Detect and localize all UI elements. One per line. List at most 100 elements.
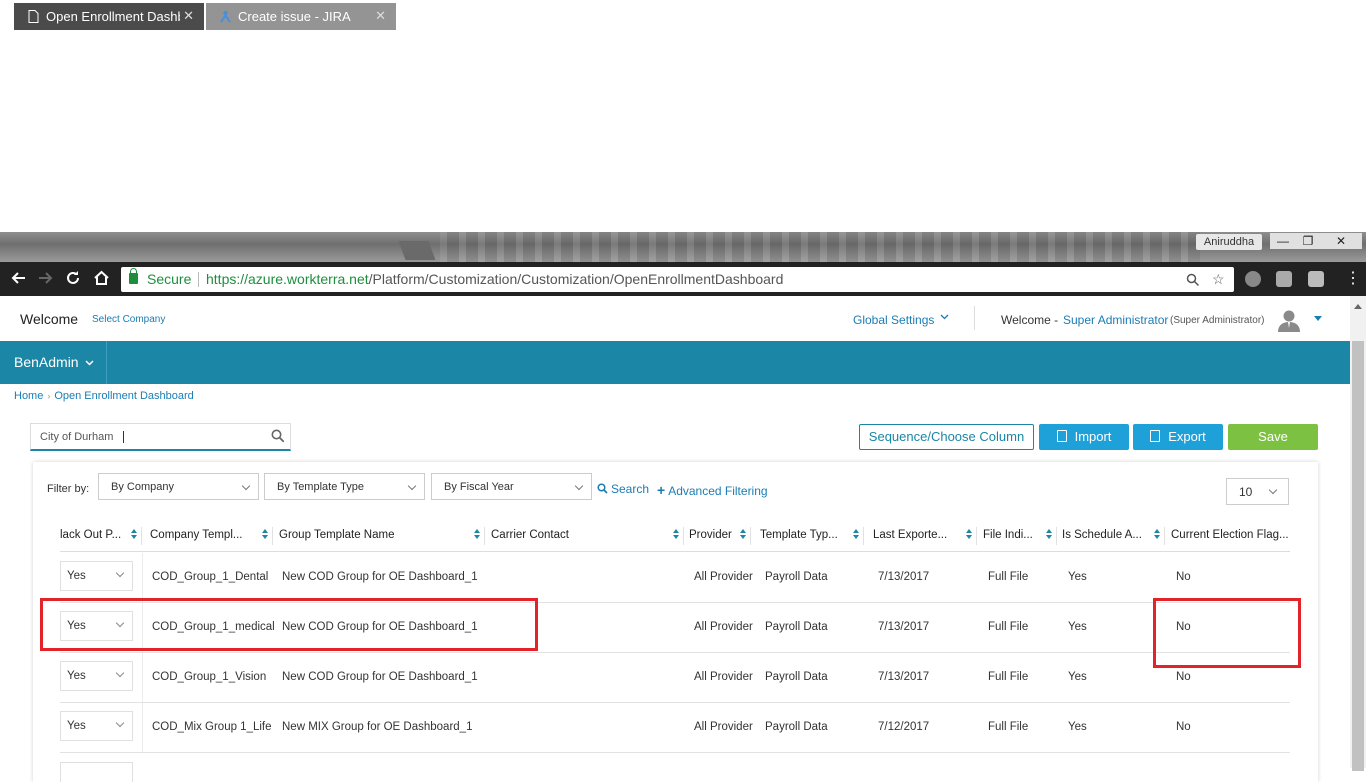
export-button[interactable]: Export bbox=[1133, 424, 1223, 450]
tab-label: Open Enrollment Dashbo bbox=[46, 9, 180, 24]
avatar-icon[interactable] bbox=[1276, 308, 1302, 332]
search-value: City of Durham bbox=[40, 431, 114, 443]
template-type-filter-value: By Template Type bbox=[277, 481, 365, 493]
filter-by-label: Filter by: bbox=[47, 483, 90, 495]
sort-icon[interactable] bbox=[1154, 529, 1161, 541]
extension-icon[interactable] bbox=[1276, 271, 1292, 287]
tab-label: Create issue - JIRA bbox=[238, 9, 351, 24]
is-schedule-cell: Yes bbox=[1068, 571, 1087, 583]
advanced-filtering-label: Advanced Filtering bbox=[668, 484, 768, 498]
template-type-cell: Payroll Data bbox=[765, 671, 828, 683]
browser-menu-icon[interactable]: ⋮ bbox=[1345, 268, 1361, 288]
column-header[interactable]: Is Schedule A... bbox=[1062, 519, 1165, 552]
search-icon bbox=[597, 483, 608, 494]
zoom-icon[interactable] bbox=[1186, 267, 1200, 295]
maximize-button[interactable]: ❐ bbox=[1296, 233, 1320, 249]
company-filter-select[interactable]: By Company bbox=[98, 473, 259, 500]
minimize-button[interactable]: — bbox=[1270, 233, 1296, 249]
scroll-up-icon[interactable] bbox=[1354, 304, 1362, 309]
user-name[interactable]: Super Administrator bbox=[1063, 313, 1168, 327]
sort-icon[interactable] bbox=[262, 529, 269, 541]
sequence-choose-column-button[interactable]: Sequence/Choose Column bbox=[859, 424, 1034, 450]
blackout-select[interactable]: Yes bbox=[60, 661, 133, 691]
address-bar[interactable]: Secure https://azure.workterra.net/Platf… bbox=[121, 267, 1234, 292]
table-row[interactable]: Yes COD_Mix Group 1_Life New MIX Group f… bbox=[60, 703, 1290, 753]
home-icon[interactable] bbox=[93, 270, 110, 289]
search-link[interactable]: Search bbox=[597, 482, 649, 496]
table-row[interactable]: Yes COD_Group_1_Dental New COD Group for… bbox=[60, 553, 1290, 603]
tab-close-icon[interactable]: ✕ bbox=[183, 8, 194, 24]
chevron-down-icon bbox=[115, 718, 125, 728]
last-exported-cell: 7/12/2017 bbox=[878, 721, 930, 733]
benadmin-menu[interactable]: BenAdmin bbox=[0, 341, 107, 384]
select-company-link[interactable]: Select Company bbox=[92, 314, 165, 325]
import-file-icon bbox=[1056, 430, 1067, 442]
user-role: (Super Administrator) bbox=[1170, 315, 1265, 326]
fiscal-year-filter-select[interactable]: By Fiscal Year bbox=[431, 473, 592, 500]
table-row[interactable]: Yes COD_Group_1_Vision New COD Group for… bbox=[60, 653, 1290, 703]
sort-icon[interactable] bbox=[740, 529, 747, 541]
back-icon[interactable] bbox=[10, 270, 26, 289]
column-header[interactable]: Last Exporte... bbox=[873, 519, 977, 552]
is-schedule-cell: Yes bbox=[1068, 721, 1087, 733]
last-exported-cell: 7/13/2017 bbox=[878, 571, 930, 583]
column-header[interactable]: Company Templ... bbox=[150, 519, 273, 552]
page-size-value: 10 bbox=[1239, 485, 1253, 499]
export-file-icon bbox=[1150, 430, 1161, 442]
new-tab-button[interactable] bbox=[398, 241, 436, 260]
close-window-button[interactable]: ✕ bbox=[1320, 233, 1362, 249]
blackout-select[interactable]: Yes bbox=[60, 561, 133, 591]
sort-icon[interactable] bbox=[853, 529, 860, 541]
tab-create-issue[interactable]: Create issue - JIRA ✕ bbox=[206, 3, 396, 30]
tab-close-icon[interactable]: ✕ bbox=[375, 8, 386, 24]
url-host: https://azure.workterra.net bbox=[206, 271, 369, 287]
company-search-input[interactable]: City of Durham bbox=[30, 423, 291, 451]
sort-icon[interactable] bbox=[1046, 529, 1053, 541]
blackout-select[interactable]: Yes bbox=[60, 711, 133, 741]
sort-icon[interactable] bbox=[966, 529, 973, 541]
secure-label: Secure bbox=[147, 271, 192, 287]
column-header[interactable]: Provider bbox=[689, 519, 751, 552]
file-indicator-cell: Full File bbox=[988, 671, 1029, 683]
breadcrumb-current[interactable]: Open Enrollment Dashboard bbox=[54, 390, 193, 402]
column-header-label: Provider bbox=[689, 529, 732, 541]
column-header[interactable]: Current Election Flag... bbox=[1171, 519, 1291, 552]
scrollbar-thumb[interactable] bbox=[1352, 341, 1364, 771]
save-button[interactable]: Save bbox=[1228, 424, 1318, 450]
column-header[interactable]: File Indi... bbox=[983, 519, 1057, 552]
extension-icon[interactable] bbox=[1308, 271, 1324, 287]
page-icon bbox=[26, 10, 40, 24]
column-header[interactable]: Group Template Name bbox=[279, 519, 485, 552]
profile-button[interactable]: Aniruddha bbox=[1196, 234, 1262, 250]
star-icon[interactable]: ☆ bbox=[1212, 267, 1225, 292]
template-type-cell: Payroll Data bbox=[765, 621, 828, 633]
sort-icon[interactable] bbox=[673, 529, 680, 541]
blackout-select-partial[interactable] bbox=[60, 762, 133, 782]
fiscal-year-filter-value: By Fiscal Year bbox=[444, 481, 514, 493]
tab-open-enrollment[interactable]: Open Enrollment Dashbo ✕ bbox=[14, 3, 204, 30]
column-header[interactable]: Template Typ... bbox=[760, 519, 864, 552]
page-size-select[interactable]: 10 bbox=[1226, 478, 1289, 505]
forward-icon[interactable] bbox=[38, 270, 54, 289]
sort-icon[interactable] bbox=[474, 529, 481, 541]
blackout-value: Yes bbox=[67, 720, 86, 732]
extension-icon[interactable] bbox=[1245, 271, 1261, 287]
chevron-down-icon[interactable] bbox=[940, 312, 949, 323]
provider-cell: All Provider bbox=[694, 571, 753, 583]
reload-icon[interactable] bbox=[65, 270, 81, 289]
browser-tab-strip bbox=[0, 232, 1366, 262]
sort-icon[interactable] bbox=[131, 529, 138, 541]
company-template-cell: COD_Group_1_Dental bbox=[152, 571, 269, 583]
column-header[interactable]: Carrier Contact bbox=[491, 519, 684, 552]
column-header[interactable]: lack Out P... bbox=[60, 519, 142, 552]
import-button[interactable]: Import bbox=[1039, 424, 1129, 450]
chevron-down-icon bbox=[241, 481, 251, 491]
page-scrollbar[interactable] bbox=[1350, 296, 1366, 771]
user-menu-caret-icon[interactable] bbox=[1314, 316, 1322, 321]
advanced-filtering-link[interactable]: + Advanced Filtering bbox=[657, 482, 768, 498]
breadcrumb-home[interactable]: Home bbox=[14, 390, 43, 402]
search-icon[interactable] bbox=[271, 429, 285, 443]
top-header: Welcome Select Company Global Settings W… bbox=[0, 296, 1350, 341]
template-type-filter-select[interactable]: By Template Type bbox=[264, 473, 425, 500]
global-settings-link[interactable]: Global Settings bbox=[853, 313, 934, 327]
